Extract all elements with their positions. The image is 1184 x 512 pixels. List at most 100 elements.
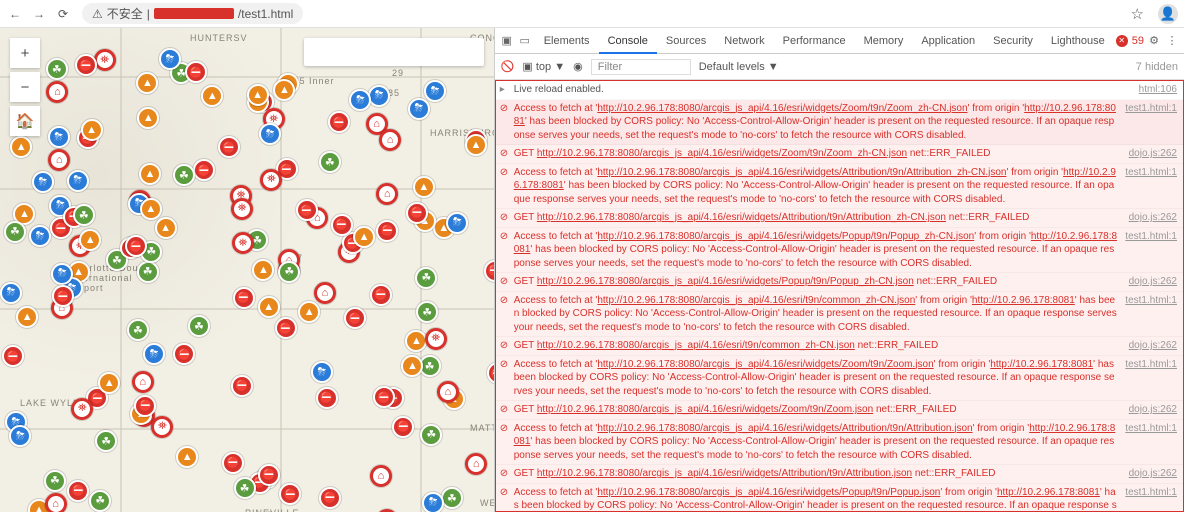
map-marker[interactable]: ⌂ — [314, 282, 336, 304]
map-marker[interactable]: ⛈ — [0, 282, 22, 304]
map-marker[interactable]: ⛈ — [446, 212, 468, 234]
context-selector[interactable]: ▣ top ▼ — [522, 60, 565, 73]
log-source-link[interactable]: dojo.js:262 — [1129, 147, 1177, 161]
map-marker[interactable]: ☘ — [137, 261, 159, 283]
more-icon[interactable]: ⋮ — [1164, 33, 1180, 49]
tab-application[interactable]: Application — [912, 30, 984, 52]
map-marker[interactable]: ⌂ — [437, 381, 459, 403]
map-marker[interactable]: ⛈ — [311, 361, 333, 383]
zoom-in-button[interactable]: + — [10, 38, 40, 68]
map-marker[interactable]: ▲ — [413, 176, 435, 198]
map-marker[interactable]: ⛔ — [275, 317, 297, 339]
reload-button[interactable]: ⟳ — [54, 5, 72, 23]
filter-input[interactable]: Filter — [591, 59, 691, 75]
map-marker[interactable]: ⌂ — [376, 183, 398, 205]
map-marker[interactable]: ☘ — [89, 490, 111, 512]
log-source-link[interactable]: test1.html:1 — [1125, 102, 1177, 143]
map-marker[interactable]: ⛈ — [159, 48, 181, 70]
bookmark-icon[interactable]: ☆ — [1131, 5, 1144, 23]
map-marker[interactable]: ⌂ — [132, 371, 154, 393]
map-marker[interactable]: ▲ — [176, 446, 198, 468]
map-marker[interactable]: ⌂ — [465, 453, 487, 475]
back-button[interactable]: ← — [6, 5, 24, 23]
map-marker[interactable]: ⌂ — [370, 465, 392, 487]
map-marker[interactable]: ⛯ — [232, 232, 254, 254]
map-marker[interactable]: ☘ — [278, 261, 300, 283]
tab-security[interactable]: Security — [984, 30, 1042, 52]
tab-lighthouse[interactable]: Lighthouse — [1042, 30, 1114, 52]
map-marker[interactable]: ⛔ — [296, 199, 318, 221]
settings-icon[interactable]: ⚙ — [1146, 33, 1162, 49]
map-marker[interactable]: ⛈ — [424, 80, 446, 102]
tab-elements[interactable]: Elements — [535, 30, 599, 52]
console-log-entry[interactable]: Access to fetch at 'http://10.2.96.178:8… — [496, 292, 1183, 338]
map-marker[interactable]: ☘ — [420, 424, 442, 446]
tab-memory[interactable]: Memory — [855, 30, 913, 52]
map-marker[interactable]: ⛈ — [32, 171, 54, 193]
map-marker[interactable]: ⛈ — [29, 225, 51, 247]
log-source-link[interactable]: test1.html:1 — [1125, 230, 1177, 271]
map-marker[interactable]: ▲ — [258, 296, 280, 318]
map-marker[interactable]: ▲ — [155, 217, 177, 239]
map-marker[interactable]: ▲ — [465, 134, 487, 156]
map-marker[interactable]: ⛔ — [258, 464, 280, 486]
map-marker[interactable]: ⛔ — [376, 220, 398, 242]
map-marker[interactable]: ⛔ — [331, 214, 353, 236]
log-source-link[interactable]: dojo.js:262 — [1129, 211, 1177, 225]
inspect-icon[interactable]: ▣ — [499, 33, 515, 49]
map-marker[interactable]: ⛔ — [392, 416, 414, 438]
log-levels-selector[interactable]: Default levels ▼ — [699, 61, 779, 73]
console-log-entry[interactable]: GET http://10.2.96.178:8080/arcgis_js_ap… — [496, 209, 1183, 228]
home-button[interactable]: 🏠 — [10, 106, 40, 136]
map-marker[interactable]: ▲ — [10, 136, 32, 158]
log-source-link[interactable]: dojo.js:262 — [1129, 403, 1177, 417]
map-marker[interactable]: ⛔ — [222, 452, 244, 474]
console-log-entry[interactable]: Access to fetch at 'http://10.2.96.178:8… — [496, 164, 1183, 210]
forward-button[interactable]: → — [30, 5, 48, 23]
log-source-link[interactable]: test1.html:1 — [1125, 422, 1177, 463]
map-marker[interactable]: ▲ — [137, 107, 159, 129]
map-marker[interactable]: ⛯ — [94, 49, 116, 71]
map-marker[interactable]: ⛈ — [67, 170, 89, 192]
profile-avatar-icon[interactable]: 👤 — [1158, 4, 1178, 24]
map-marker[interactable]: ▲ — [140, 198, 162, 220]
clear-console-icon[interactable]: 🚫 — [501, 60, 515, 73]
log-source-link[interactable]: test1.html:1 — [1125, 486, 1177, 512]
map-marker[interactable]: ⛔ — [316, 387, 338, 409]
map-marker[interactable]: ☘ — [441, 487, 463, 509]
map-marker[interactable]: ⛔ — [67, 480, 89, 502]
log-source-link[interactable]: html:106 — [1139, 83, 1177, 97]
map-marker[interactable]: ⛈ — [368, 85, 390, 107]
live-expression-icon[interactable]: ◉ — [573, 60, 583, 73]
console-log-entry[interactable]: GET http://10.2.96.178:8080/arcgis_js_ap… — [496, 465, 1183, 484]
console-log-entry[interactable]: Access to fetch at 'http://10.2.96.178:8… — [496, 356, 1183, 402]
device-icon[interactable]: ▭ — [517, 33, 533, 49]
map-marker[interactable]: ☘ — [46, 58, 68, 80]
tab-console[interactable]: Console — [599, 30, 657, 54]
map-marker[interactable]: ⛔ — [328, 111, 350, 133]
console-log-entry[interactable]: GET http://10.2.96.178:8080/arcgis_js_ap… — [496, 401, 1183, 420]
map-marker[interactable]: ▲ — [16, 306, 38, 328]
map-marker[interactable]: ⛯ — [260, 169, 282, 191]
log-source-link[interactable]: dojo.js:262 — [1129, 339, 1177, 353]
console-log-entry[interactable]: GET http://10.2.96.178:8080/arcgis_js_ap… — [496, 145, 1183, 164]
address-bar[interactable]: ⚠ 不安全 | xxxx /test1.html — [82, 3, 303, 24]
map-marker[interactable]: ⛔ — [231, 375, 253, 397]
log-source-link[interactable]: test1.html:1 — [1125, 294, 1177, 335]
map-marker[interactable]: ⛈ — [48, 126, 70, 148]
map-marker[interactable]: ⛔ — [75, 54, 97, 76]
map-view[interactable]: HUNTERSVCONCORDI-485 InnerHARRISBURGChar… — [0, 28, 494, 512]
map-marker[interactable]: ⛔ — [370, 284, 392, 306]
map-marker[interactable]: ⛔ — [373, 386, 395, 408]
log-source-link[interactable]: dojo.js:262 — [1129, 275, 1177, 289]
console-log-entry[interactable]: GET http://10.2.96.178:8080/arcgis_js_ap… — [496, 273, 1183, 292]
map-marker[interactable]: ⛔ — [233, 287, 255, 309]
map-marker[interactable]: ▲ — [247, 84, 269, 106]
map-marker[interactable]: ⛯ — [71, 398, 93, 420]
log-source-link[interactable]: dojo.js:262 — [1129, 467, 1177, 481]
map-marker[interactable]: ☘ — [188, 315, 210, 337]
map-marker[interactable]: ⛯ — [231, 198, 253, 220]
map-marker[interactable]: ▲ — [98, 372, 120, 394]
map-marker[interactable]: ⛯ — [425, 328, 447, 350]
zoom-out-button[interactable]: − — [10, 72, 40, 102]
